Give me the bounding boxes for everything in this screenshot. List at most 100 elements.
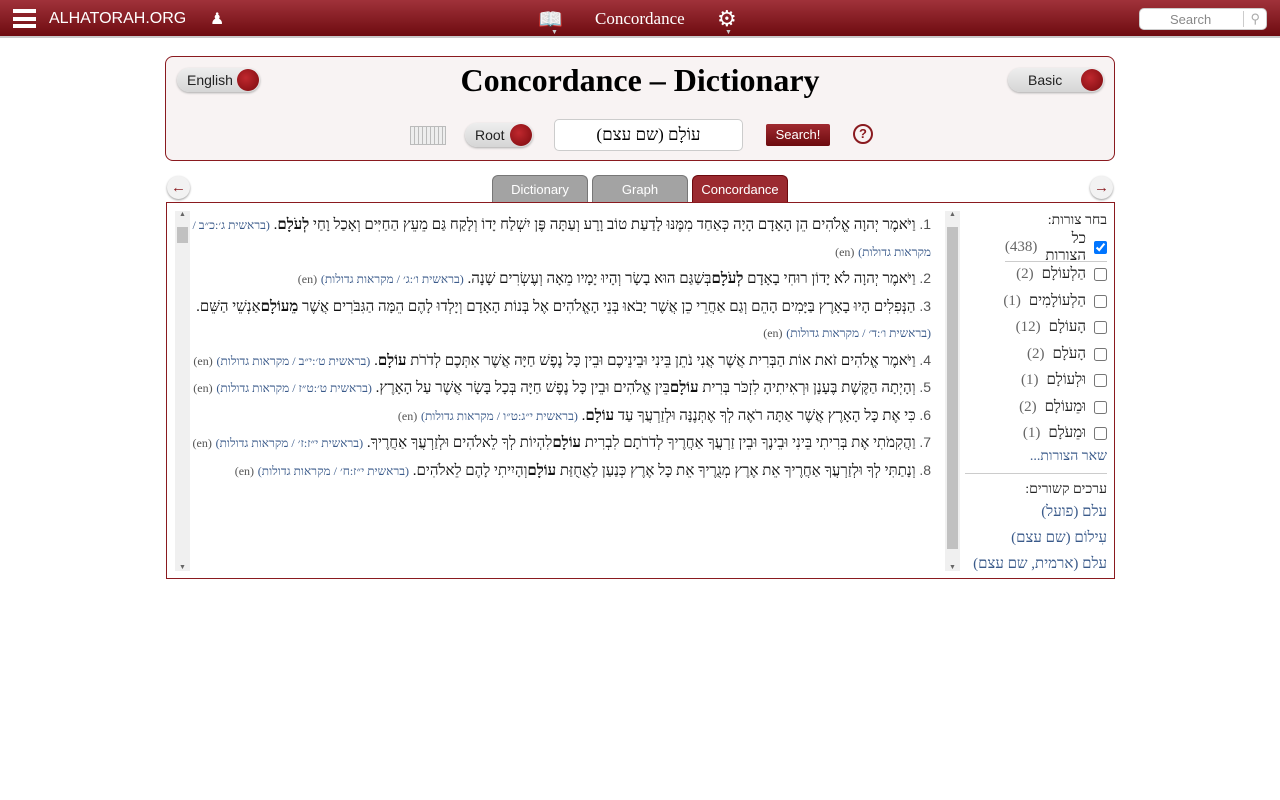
form-option[interactable]: הַלְעוֹלָמִים (1)	[961, 288, 1107, 315]
verse-text: הַנְּפִלִים הָיוּ בָאָרֶץ בַּיָּמִים הָה…	[302, 298, 916, 315]
related-entry-link[interactable]: עלם (ארמית, שם עצם)	[961, 556, 1107, 578]
verse-reference-link[interactable]: (בראשית י״ג:ט״ו	[503, 409, 578, 423]
help-icon[interactable]: ?	[853, 124, 873, 144]
root-toggle-label: Root	[475, 127, 505, 143]
form-checkbox[interactable]	[1094, 400, 1107, 414]
highlighted-word: לְעֹלָם	[277, 217, 310, 233]
verse-number: 5.	[919, 379, 931, 395]
highlighted-word: עוֹלָם	[527, 462, 557, 479]
mikraot-gedolot-link[interactable]: מקראות גדולות)	[258, 464, 331, 478]
verse-item: 6. כִּי אֶת כָּל הָאָרֶץ אֲשֶׁר אַתָּה ר…	[397, 406, 931, 424]
more-forms-link[interactable]: שאר הצורות...	[961, 449, 1107, 465]
form-count: (12)	[1015, 319, 1041, 336]
verse-text-after: וְהָיִיתִי לָהֶם לֵאלֹהִים.	[412, 462, 528, 479]
english-link[interactable]: (en)	[763, 326, 782, 340]
tab-graph[interactable]: Graph	[592, 175, 688, 202]
mikraot-gedolot-link[interactable]: מקראות גדולות)	[216, 436, 289, 450]
english-link[interactable]: (en)	[193, 354, 212, 368]
form-option[interactable]: וּמֵעוֹלָם (2)	[961, 394, 1107, 421]
highlighted-word: עוֹלָם	[377, 352, 407, 369]
mikraot-gedolot-link[interactable]: מקראות גדולות)	[858, 245, 931, 259]
form-count: (1)	[1003, 292, 1021, 309]
verse-reference-link[interactable]: (בראשית ו׳:ג׳	[403, 272, 464, 286]
concordance-results: ▲ ▼ 1. וַיֹּאמֶר יְהוָה אֱלֹהִים הֵן הָאָ…	[166, 202, 1115, 579]
form-count: (2)	[1019, 398, 1037, 415]
mikraot-gedolot-link[interactable]: מקראות גדולות)	[216, 354, 289, 368]
form-all[interactable]: כל הצורות (438)	[1005, 231, 1107, 264]
form-option[interactable]: הָעֹלָם (2)	[961, 341, 1107, 368]
verse-number: 2.	[919, 270, 931, 286]
verse-reference-link[interactable]: (בראשית י״ז:ז׳	[298, 436, 363, 450]
keyboard-icon[interactable]	[410, 126, 446, 145]
verse-text-after: בְּשַׁגַּם הוּא בָשָׂר וְהָיוּ יָמָיו מֵ…	[467, 271, 712, 287]
highlighted-word: עוֹלָם	[552, 435, 582, 451]
verse-reference-link[interactable]: (בראשית י״ז:ח׳	[340, 464, 409, 478]
form-checkbox[interactable]	[1094, 374, 1107, 388]
mikraot-gedolot-link[interactable]: מקראות גדולות)	[216, 381, 289, 395]
prev-arrow-icon[interactable]: ←	[167, 176, 190, 199]
next-arrow-icon[interactable]: →	[1090, 176, 1113, 199]
form-checkbox[interactable]	[1094, 347, 1107, 361]
verse-reference-link[interactable]: (בראשית ו׳:ד׳	[868, 326, 931, 340]
form-label: וּלְעוֹלָם	[1046, 372, 1086, 389]
verse-number: 1.	[919, 216, 931, 232]
form-count: (1)	[1020, 372, 1039, 389]
verse-text: וַהֲקִמֹתִי אֶת בְּרִיתִי בֵּינִי וּבֵינ…	[584, 435, 916, 451]
form-checkbox[interactable]	[1094, 427, 1107, 441]
search-placeholder: Search	[1170, 12, 1212, 27]
english-link[interactable]: (en)	[235, 464, 254, 478]
results-scrollbar[interactable]: ▲ ▼	[175, 211, 190, 571]
user-icon[interactable]: ♟	[210, 9, 224, 29]
form-label: וּמֵעֹלָם	[1048, 425, 1086, 442]
form-count: (2)	[1016, 266, 1034, 283]
verse-text-after: אַנְשֵׁי הַשֵּׁם.	[196, 298, 261, 315]
search-icon[interactable]: ⚲	[1243, 11, 1260, 27]
mikraot-gedolot-link[interactable]: מקראות גדולות)	[786, 326, 859, 340]
related-entry-link[interactable]: עִילוֹם (שם עצם)	[961, 530, 1107, 556]
tab-concordance[interactable]: Concordance	[692, 175, 788, 202]
english-link[interactable]: (en)	[835, 245, 854, 259]
verse-text: וַיֹּאמֶר יְהוָה אֱלֹהִים הֵן הָאָדָם הָ…	[313, 217, 916, 233]
form-checkbox[interactable]	[1094, 321, 1107, 335]
verse-text-after: בֵּין אֱלֹהִים וּבֵין כָּל נֶפֶשׁ חַיָּה…	[375, 380, 670, 396]
caret-down-icon: ▼	[725, 29, 732, 36]
verse-text: וְנָתַתִּי לְךָ וּלְזַרְעֲךָ אַחֲרֶיךָ א…	[559, 462, 916, 479]
english-link[interactable]: (en)	[193, 436, 212, 450]
search-input[interactable]: Search ⚲	[1139, 8, 1267, 30]
related-entry-link[interactable]: עלם (פועל)	[961, 504, 1107, 530]
form-checkbox[interactable]	[1094, 294, 1107, 308]
mikraot-gedolot-link[interactable]: מקראות גדולות)	[421, 409, 494, 423]
menu-icon[interactable]	[13, 9, 36, 28]
form-option[interactable]: וּלְעוֹלָם (1)	[961, 368, 1107, 395]
highlighted-word: עוֹלָם	[669, 380, 699, 396]
caret-down-icon: ▼	[551, 29, 558, 36]
related-heading: ערכים קשורים:	[1025, 482, 1107, 497]
english-link[interactable]: (en)	[298, 272, 317, 286]
form-option[interactable]: וּמֵעֹלָם (1)	[961, 421, 1107, 448]
search-button[interactable]: Search!	[766, 124, 830, 146]
tab-dictionary[interactable]: Dictionary	[492, 175, 588, 202]
verse-reference-link[interactable]: (בראשית ג׳:כ״ב	[199, 218, 270, 232]
english-link[interactable]: (en)	[398, 409, 417, 423]
form-checkbox[interactable]	[1094, 241, 1107, 255]
verse-reference-link[interactable]: (בראשית ט׳:י״ב	[299, 354, 371, 368]
form-checkbox[interactable]	[1094, 268, 1107, 282]
verse-number: 4.	[919, 351, 931, 368]
form-count: (1)	[1022, 425, 1041, 442]
verse-item: 2. וַיֹּאמֶר יְהוָה לֹא יָדוֹן רוּחִי בָ…	[297, 270, 931, 287]
query-input[interactable]: עוֹלָם (שם עצם)	[554, 119, 743, 151]
root-toggle[interactable]: Root	[465, 123, 533, 147]
verse-reference-link[interactable]: (בראשית ט׳:ט״ז	[299, 381, 372, 395]
verse-number: 6.	[919, 406, 931, 423]
forms-heading: בחר צורות:	[1047, 213, 1107, 228]
top-navbar: ALHATORAH.ORG ♟ 📖 ▼ Concordance ⚙ ▼ Sear…	[0, 0, 1280, 38]
form-option[interactable]: הַלְעוֹלָם (2)	[961, 262, 1107, 289]
mode-toggle[interactable]: Basic	[1008, 68, 1104, 92]
form-option[interactable]: הָעוֹלָם (12)	[961, 315, 1107, 342]
mikraot-gedolot-link[interactable]: מקראות גדולות)	[321, 272, 394, 286]
sidebar-scrollbar[interactable]: ▲ ▼	[945, 211, 960, 571]
site-logo[interactable]: ALHATORAH.ORG	[49, 10, 186, 28]
mode-toggle-label: Basic	[1028, 72, 1063, 88]
verse-item: 3. הַנְּפִלִים הָיוּ בָאָרֶץ בַּיָּמִים …	[196, 297, 931, 341]
english-link[interactable]: (en)	[193, 381, 212, 395]
